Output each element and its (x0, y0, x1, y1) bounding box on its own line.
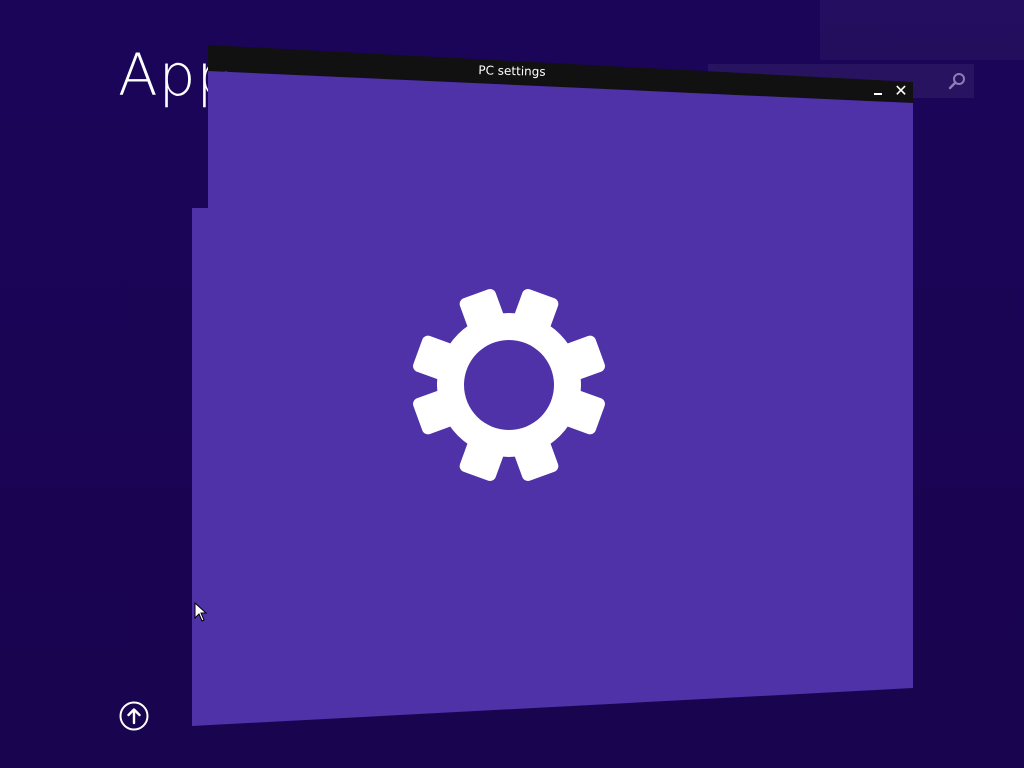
mouse-pointer-icon (194, 602, 208, 622)
pc-settings-window: PC settings ✕ (0, 0, 1024, 768)
minimize-icon[interactable] (871, 84, 885, 96)
close-icon[interactable]: ✕ (893, 83, 909, 99)
start-apps-screen: App PC settings ✕ (0, 0, 1024, 768)
window-frame (192, 45, 913, 726)
